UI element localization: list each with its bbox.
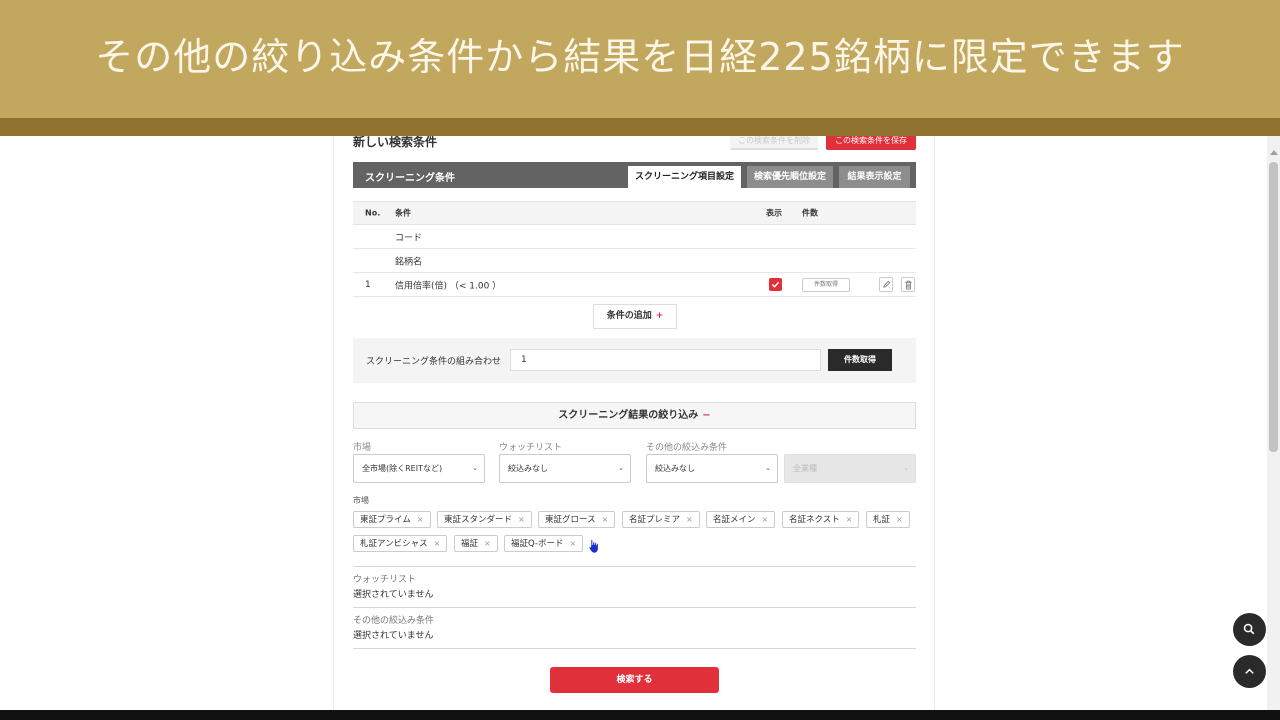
market-tag[interactable]: 東証プライム ×: [353, 511, 431, 528]
column-no: No.: [365, 208, 381, 218]
tab-screening-items[interactable]: スクリーニング項目設定: [628, 166, 741, 188]
other-filter-label: その他の絞込み条件: [646, 443, 728, 453]
caption-banner: その他の絞り込み条件から結果を日経225銘柄に限定できます: [0, 0, 1280, 118]
check-icon: [771, 281, 780, 288]
search-icon: [1243, 623, 1255, 635]
pencil-icon: [883, 280, 891, 288]
collapse-icon: −: [702, 410, 711, 421]
combination-panel: スクリーニング条件の組み合わせ 1 件数取得: [353, 338, 916, 383]
row-condition: 銘柄名: [395, 257, 423, 267]
table-header: No. 条件 表示 件数: [353, 201, 916, 225]
row-condition: 信用倍率(倍) （< 1.00 ）: [395, 281, 502, 291]
chevron-down-icon: ⌄: [618, 464, 624, 472]
screening-title: スクリーニング条件: [365, 173, 455, 184]
market-tag[interactable]: 名証プレミア ×: [622, 511, 700, 528]
column-display: 表示: [766, 208, 782, 218]
watchlist-select[interactable]: 絞込みなし ⌄: [499, 454, 631, 483]
market-tag[interactable]: 札証 ×: [866, 511, 910, 528]
chevron-down-icon: ⌄: [472, 464, 478, 472]
banner-strip: [0, 118, 1280, 136]
floating-search-button[interactable]: [1233, 613, 1266, 646]
plus-icon: +: [655, 311, 664, 321]
screening-header: スクリーニング条件 スクリーニング項目設定 検索優先順位設定 結果表示設定: [353, 162, 916, 188]
divider: [353, 566, 916, 567]
trash-icon: [905, 280, 912, 290]
column-condition: 条件: [395, 208, 411, 218]
table-row: 銘柄名: [353, 249, 916, 273]
industry-select: 全業種 ⌄: [784, 454, 916, 483]
get-count-button[interactable]: 件数取得: [802, 278, 850, 292]
close-icon[interactable]: ×: [417, 515, 424, 524]
column-count: 件数: [802, 208, 818, 218]
scrollbar-thumb[interactable]: [1269, 162, 1278, 452]
filter-toggle[interactable]: スクリーニング結果の絞り込み −: [353, 402, 916, 429]
other-filter-select[interactable]: 絞込みなし ⌄: [646, 454, 778, 483]
row-number: 1: [365, 279, 371, 290]
divider: [353, 607, 916, 608]
watchlist-heading: ウォッチリスト: [353, 575, 417, 585]
table-row: コード: [353, 225, 916, 249]
combination-count-button[interactable]: 件数取得: [828, 349, 892, 371]
chevron-down-icon: ⌄: [765, 464, 771, 472]
market-tag[interactable]: 福証Q-ボード ×: [504, 535, 584, 552]
back-to-top-button[interactable]: [1233, 655, 1266, 688]
watchlist-status: 選択されていません: [353, 590, 434, 600]
display-checkbox[interactable]: [769, 278, 782, 291]
row-condition: コード: [395, 233, 423, 243]
table-row: 1 信用倍率(倍) （< 1.00 ） 件数取得: [353, 273, 916, 297]
delete-button[interactable]: [901, 277, 915, 292]
markets-heading: 市場: [353, 496, 369, 505]
market-tag[interactable]: 福証 ×: [454, 535, 498, 552]
market-tag[interactable]: 名証ネクスト ×: [782, 511, 860, 528]
caption-text: その他の絞り込み条件から結果を日経225銘柄に限定できます: [95, 35, 1185, 79]
chevron-down-icon: ⌄: [903, 464, 909, 472]
other-filter-heading: その他の絞込み条件: [353, 616, 435, 626]
edit-button[interactable]: [879, 277, 893, 292]
chevron-up-icon: [1245, 668, 1254, 674]
close-icon[interactable]: ×: [602, 515, 609, 524]
market-tag[interactable]: 札証アンビシャス ×: [353, 535, 448, 552]
add-condition-button[interactable]: 条件の追加 +: [593, 304, 677, 329]
market-select[interactable]: 全市場(除くREITなど) ⌄: [353, 454, 485, 483]
watchlist-label: ウォッチリスト: [499, 443, 563, 453]
bottom-bar: [0, 710, 1280, 720]
close-icon[interactable]: ×: [570, 539, 577, 548]
close-icon[interactable]: ×: [896, 515, 903, 524]
close-icon[interactable]: ×: [846, 515, 853, 524]
market-tag[interactable]: 名証メイン ×: [706, 511, 776, 528]
close-icon[interactable]: ×: [762, 515, 769, 524]
combination-input[interactable]: 1: [510, 349, 821, 371]
market-tag[interactable]: 東証グロース ×: [538, 511, 616, 528]
tab-result-display[interactable]: 結果表示設定: [839, 166, 910, 188]
close-icon[interactable]: ×: [434, 539, 441, 548]
market-tag[interactable]: 東証スタンダード ×: [437, 511, 532, 528]
divider: [353, 648, 916, 649]
close-icon[interactable]: ×: [518, 515, 525, 524]
hand-cursor-icon: [588, 539, 599, 554]
market-label: 市場: [353, 443, 372, 453]
close-icon[interactable]: ×: [484, 539, 491, 548]
scroll-up-arrow-icon[interactable]: [1270, 150, 1278, 155]
tab-search-priority[interactable]: 検索優先順位設定: [747, 166, 833, 188]
close-icon[interactable]: ×: [686, 515, 693, 524]
combination-label: スクリーニング条件の組み合わせ: [366, 357, 502, 367]
other-filter-status: 選択されていません: [353, 631, 434, 641]
search-button[interactable]: 検索する: [550, 667, 719, 693]
